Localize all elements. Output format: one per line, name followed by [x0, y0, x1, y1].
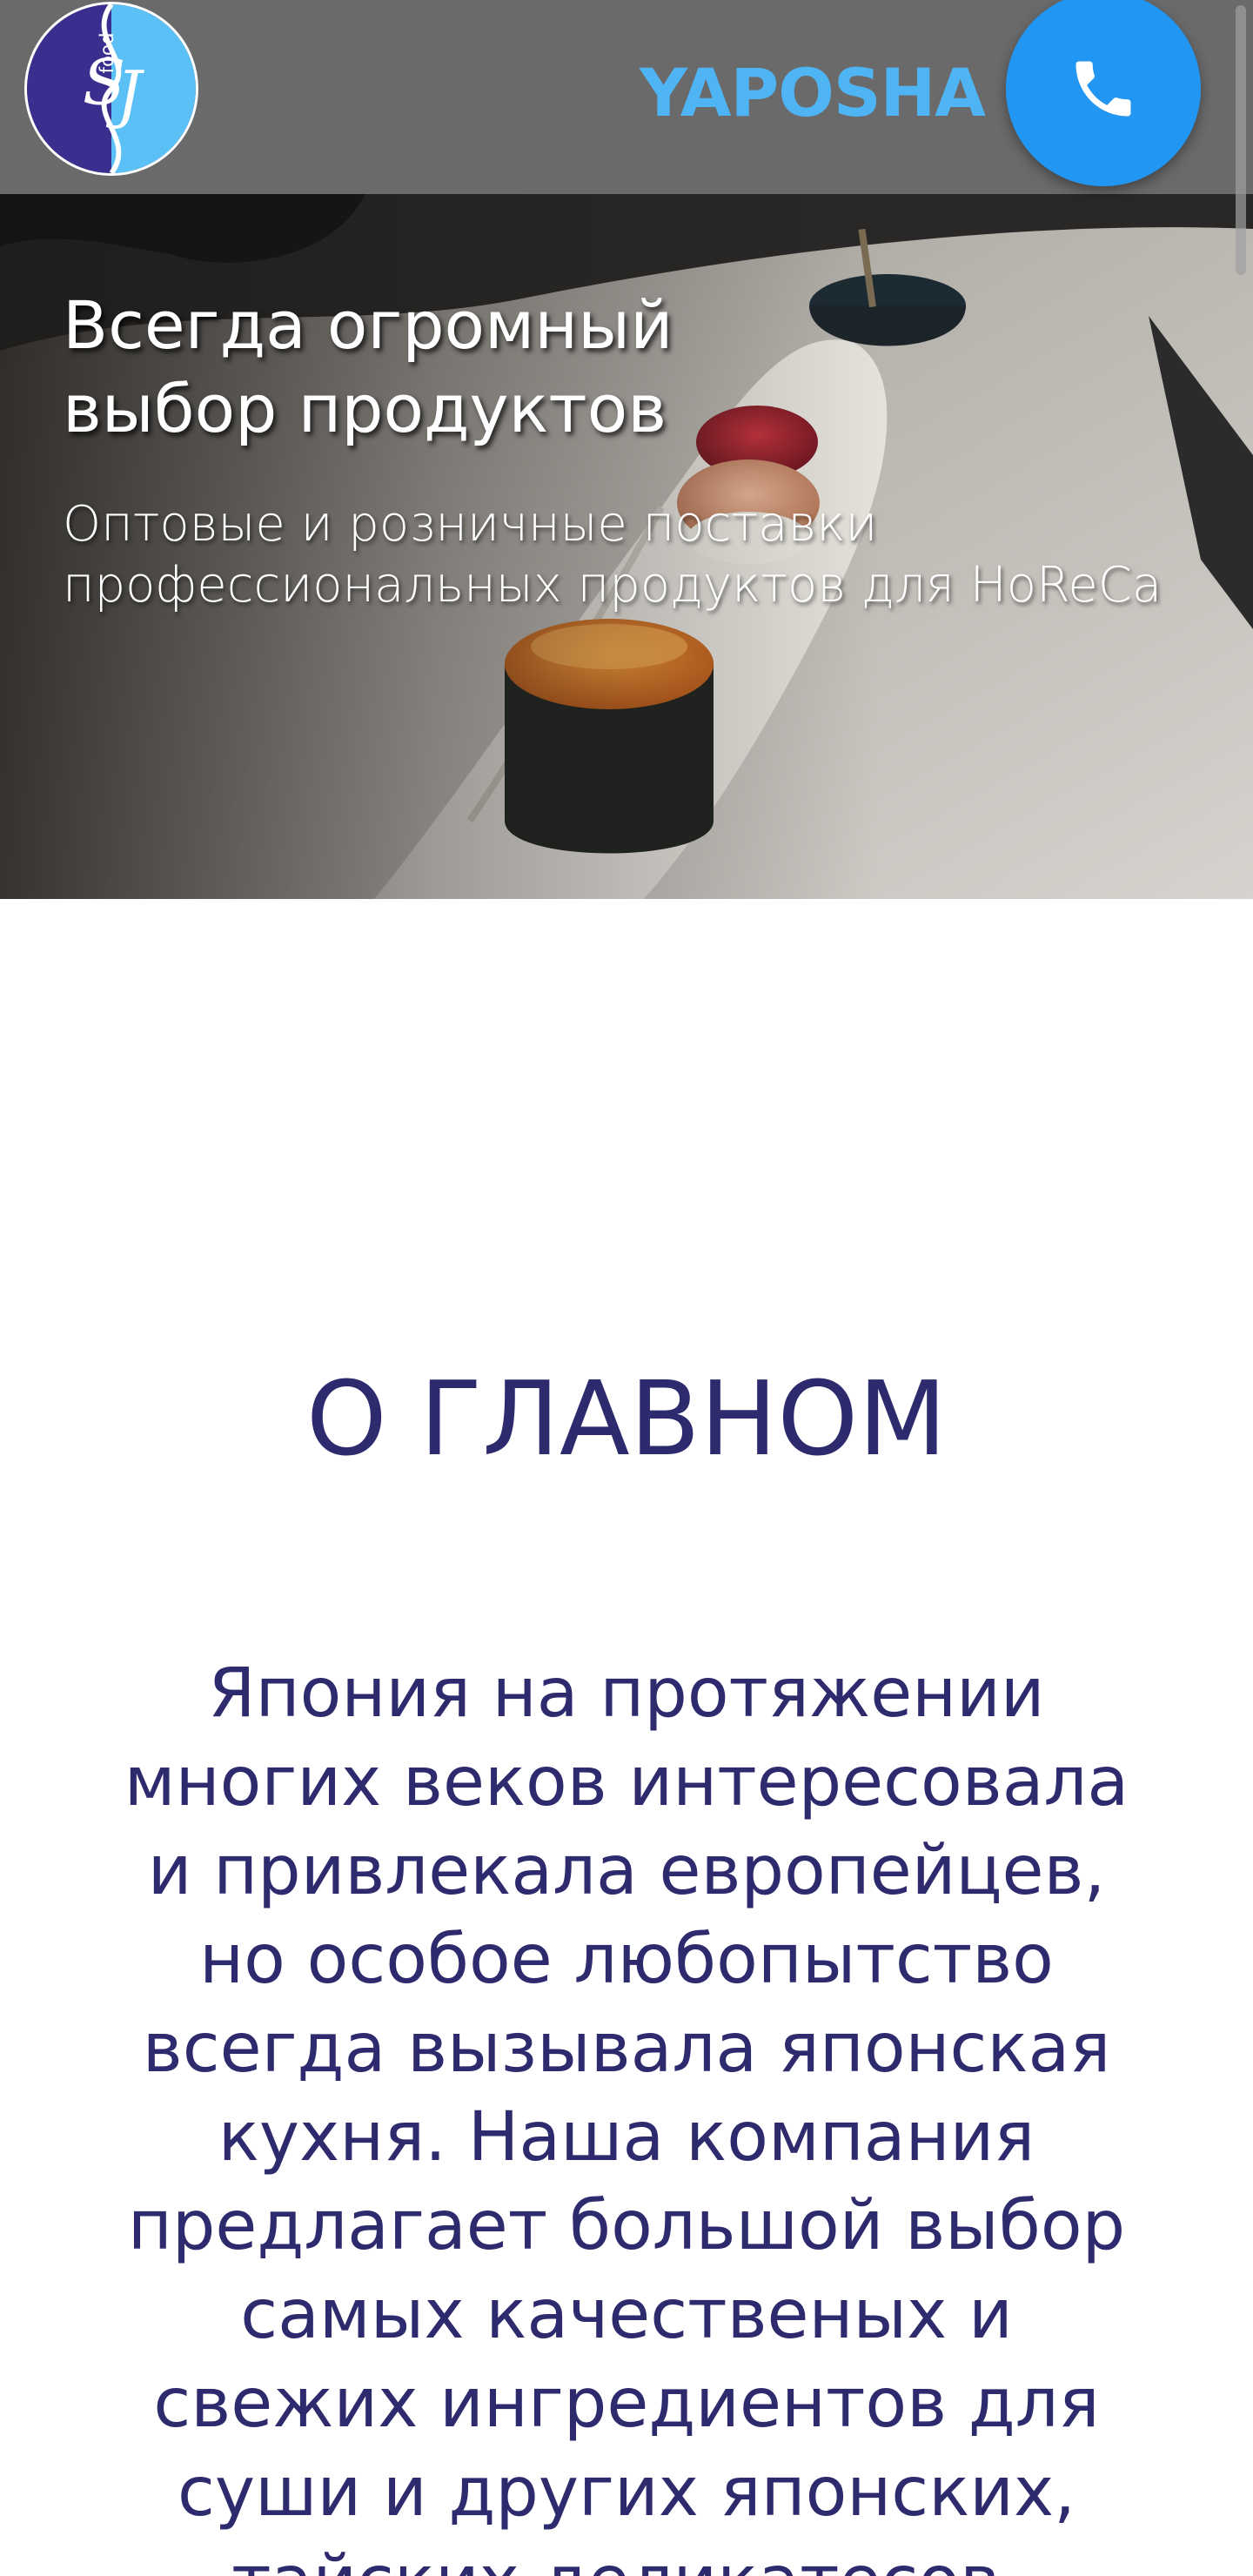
logo-icon: S J food	[27, 4, 196, 173]
page: S J food YAPOSHA Всегда огромный выбор п…	[0, 0, 1253, 2576]
brand-name: YAPOSHA	[639, 54, 986, 131]
logo[interactable]: S J food	[24, 2, 198, 176]
call-button[interactable]	[1006, 0, 1201, 186]
phone-icon	[1075, 61, 1131, 117]
hero-banner: Всегда огромный выбор продуктов Оптовые …	[0, 194, 1253, 899]
hero-title: Всегда огромный выбор продуктов	[63, 286, 673, 447]
scrollbar[interactable]	[1236, 5, 1246, 275]
top-bar: S J food YAPOSHA	[0, 0, 1253, 194]
about-text: Япония на протяжении многих веков интере…	[124, 1654, 1129, 2576]
svg-text:food: food	[97, 32, 118, 73]
about-title: О ГЛАВНОМ	[305, 1358, 948, 1479]
hero-subtitle: Оптовые и розничные поставки профессиона…	[63, 496, 1163, 614]
